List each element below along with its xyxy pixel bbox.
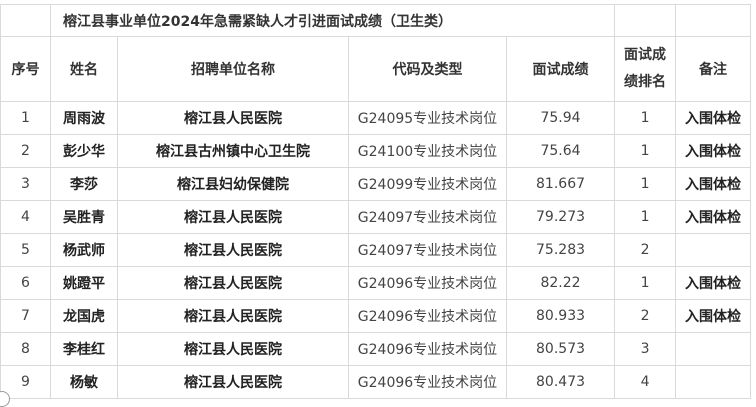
cell-score: 82.22 [505, 266, 616, 300]
cell-rank: 1 [614, 266, 677, 300]
table-row: 9 杨敏 榕江县人民医院 G24096专业技术岗位 80.473 4 [0, 365, 752, 399]
cell-remark: 入围体检 [675, 101, 752, 135]
cell-unit: 榕江县人民医院 [117, 299, 349, 333]
header-no: 序号 [0, 36, 51, 102]
header-rank-line1: 面试成 [624, 47, 667, 63]
cell-score: 80.573 [505, 332, 616, 366]
cell-remark [675, 332, 752, 366]
cell-score: 81.667 [505, 167, 616, 201]
cell-rank: 2 [614, 299, 677, 333]
cell-name: 彭少华 [50, 134, 118, 168]
cell-remark: 入围体检 [675, 266, 752, 300]
cell-code: G24099专业技术岗位 [348, 167, 507, 201]
cell-code: G24097专业技术岗位 [348, 200, 507, 234]
cell-no: 7 [0, 299, 51, 333]
cell-unit: 榕江县人民医院 [117, 233, 349, 267]
cell-rank: 1 [614, 200, 677, 234]
cell-score: 75.283 [505, 233, 616, 267]
header-code: 代码及类型 [348, 36, 507, 102]
cell-rank: 4 [614, 365, 677, 399]
results-table: 榕江县事业单位2024年急需紧缺人才引进面试成绩（卫生类） 序号 姓名 招聘单位… [0, 4, 752, 399]
cell-score: 79.273 [505, 200, 616, 234]
cell-code: G24095专业技术岗位 [348, 101, 507, 135]
cell-score: 75.64 [505, 134, 616, 168]
cell-code: G24096专业技术岗位 [348, 299, 507, 333]
cell-no: 3 [0, 167, 51, 201]
cell-rank: 1 [614, 101, 677, 135]
cell-unit: 榕江县人民医院 [117, 365, 349, 399]
title-spacer-cell [0, 4, 51, 37]
header-score: 面试成绩 [505, 36, 616, 102]
cell-code: G24096专业技术岗位 [348, 266, 507, 300]
table-row: 7 龙国虎 榕江县人民医院 G24096专业技术岗位 80.933 2 入围体检 [0, 299, 752, 333]
header-name: 姓名 [50, 36, 118, 102]
cell-code: G24096专业技术岗位 [348, 365, 507, 399]
table-row: 2 彭少华 榕江县古州镇中心卫生院 G24100专业技术岗位 75.64 1 入围体检 [0, 134, 752, 168]
cell-remark: 入围体检 [675, 299, 752, 333]
table-row: 6 姚蹬平 榕江县人民医院 G24096专业技术岗位 82.22 1 入围体检 [0, 266, 752, 300]
cell-name: 杨敏 [50, 365, 118, 399]
cell-rank: 2 [614, 233, 677, 267]
title-empty-cell [614, 4, 677, 37]
cell-code: G24100专业技术岗位 [348, 134, 507, 168]
cell-name: 龙国虎 [50, 299, 118, 333]
table-row: 4 吴胜青 榕江县人民医院 G24097专业技术岗位 79.273 1 入围体检 [0, 200, 752, 234]
cell-unit: 榕江县人民医院 [117, 200, 349, 234]
table-row: 5 杨武师 榕江县人民医院 G24097专业技术岗位 75.283 2 [0, 233, 752, 267]
cell-no: 4 [0, 200, 51, 234]
cell-name: 姚蹬平 [50, 266, 118, 300]
cell-rank: 3 [614, 332, 677, 366]
header-rank: 面试成 绩排名 [614, 36, 677, 102]
cell-unit: 榕江县人民医院 [117, 332, 349, 366]
cell-no: 1 [0, 101, 51, 135]
table-row: 1 周雨波 榕江县人民医院 G24095专业技术岗位 75.94 1 入围体检 [0, 101, 752, 135]
cell-unit: 榕江县人民医院 [117, 266, 349, 300]
cell-remark [675, 365, 752, 399]
cell-rank: 1 [614, 134, 677, 168]
cell-score: 80.933 [505, 299, 616, 333]
cell-no: 2 [0, 134, 51, 168]
table-row: 8 李桂红 榕江县人民医院 G24096专业技术岗位 80.573 3 [0, 332, 752, 366]
cell-score: 80.473 [505, 365, 616, 399]
cell-unit: 榕江县人民医院 [117, 101, 349, 135]
cell-no: 6 [0, 266, 51, 300]
header-unit: 招聘单位名称 [117, 36, 349, 102]
corner-circle-icon [0, 391, 10, 407]
cell-no: 8 [0, 332, 51, 366]
header-remark: 备注 [675, 36, 752, 102]
header-row: 序号 姓名 招聘单位名称 代码及类型 面试成绩 面试成 绩排名 备注 [0, 36, 752, 102]
cell-rank: 1 [614, 167, 677, 201]
header-rank-line2: 绩排名 [624, 74, 667, 90]
cell-name: 杨武师 [50, 233, 118, 267]
table-title: 榕江县事业单位2024年急需紧缺人才引进面试成绩（卫生类） [49, 4, 616, 37]
cell-code: G24097专业技术岗位 [348, 233, 507, 267]
cell-remark: 入围体检 [675, 167, 752, 201]
cell-name: 李桂红 [50, 332, 118, 366]
cell-no: 5 [0, 233, 51, 267]
cell-unit: 榕江县妇幼保健院 [117, 167, 349, 201]
cell-unit: 榕江县古州镇中心卫生院 [117, 134, 349, 168]
cell-remark: 入围体检 [675, 134, 752, 168]
cell-name: 周雨波 [50, 101, 118, 135]
cell-code: G24096专业技术岗位 [348, 332, 507, 366]
cell-remark [675, 233, 752, 267]
title-empty-cell [675, 4, 752, 37]
cell-remark: 入围体检 [675, 200, 752, 234]
table-row: 3 李莎 榕江县妇幼保健院 G24099专业技术岗位 81.667 1 入围体检 [0, 167, 752, 201]
cell-score: 75.94 [505, 101, 616, 135]
cell-name: 吴胜青 [50, 200, 118, 234]
title-row: 榕江县事业单位2024年急需紧缺人才引进面试成绩（卫生类） [0, 4, 752, 37]
cell-name: 李莎 [50, 167, 118, 201]
